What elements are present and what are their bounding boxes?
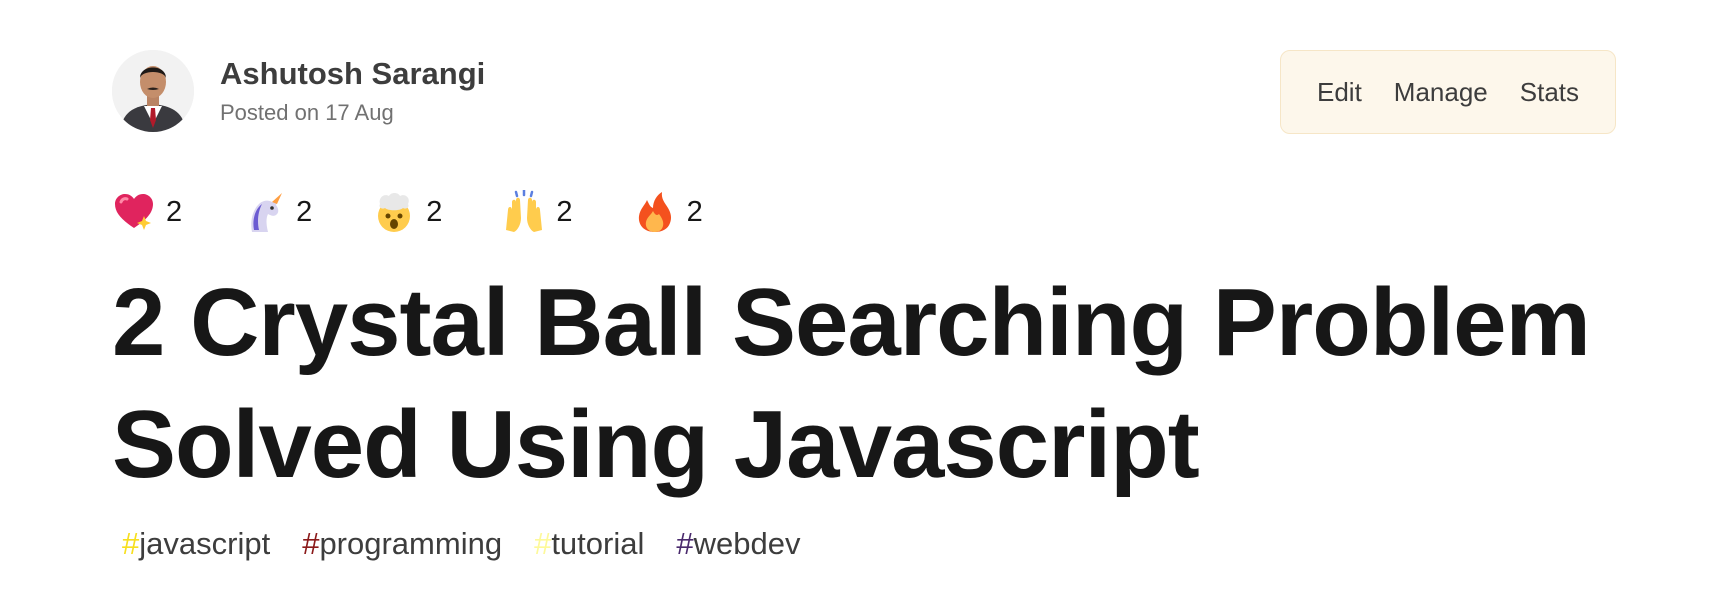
author-block: Ashutosh Sarangi Posted on 17 Aug xyxy=(112,50,485,132)
edit-button[interactable]: Edit xyxy=(1305,69,1374,116)
reaction-unicorn[interactable]: 2 xyxy=(242,190,312,234)
author-actions: Edit Manage Stats xyxy=(1280,50,1616,134)
reaction-count: 2 xyxy=(166,196,183,228)
reaction-count: 2 xyxy=(686,196,703,228)
reaction-raised-hands[interactable]: 2 xyxy=(502,190,573,234)
tag-hash: # xyxy=(122,526,140,561)
reaction-count: 2 xyxy=(426,196,443,228)
raised-hands-icon xyxy=(506,190,543,232)
reaction-count: 2 xyxy=(556,196,573,228)
tag-label: webdev xyxy=(693,526,801,561)
article-header: Ashutosh Sarangi Posted on 17 Aug Edit M… xyxy=(0,0,1736,596)
tag-label: javascript xyxy=(139,526,271,561)
exploding-head-icon xyxy=(378,193,411,232)
tag-hash: # xyxy=(302,526,320,561)
tag-programming[interactable]: #programming xyxy=(302,522,502,566)
reaction-fire[interactable]: 2 xyxy=(633,190,703,234)
reaction-count: 2 xyxy=(296,196,313,228)
author-name[interactable]: Ashutosh Sarangi xyxy=(220,55,485,93)
reaction-sparkle-heart[interactable]: 2 xyxy=(112,190,182,234)
manage-button[interactable]: Manage xyxy=(1382,69,1500,116)
sparkle-heart-icon xyxy=(115,194,153,230)
tag-hash: # xyxy=(676,526,694,561)
tag-label: programming xyxy=(319,526,503,561)
reaction-exploding-head[interactable]: 2 xyxy=(372,190,442,234)
reactions-bar: 2 2 2 2 2 xyxy=(112,190,763,234)
tag-webdev[interactable]: #webdev xyxy=(676,522,800,566)
tag-list: #javascript #programming #tutorial #webd… xyxy=(122,522,832,566)
stats-button[interactable]: Stats xyxy=(1508,69,1591,116)
posted-date: Posted on 17 Aug xyxy=(220,100,394,125)
tag-label: tutorial xyxy=(551,526,645,561)
tag-hash: # xyxy=(534,526,552,561)
tag-javascript[interactable]: #javascript xyxy=(122,522,270,566)
unicorn-icon xyxy=(251,193,283,232)
avatar[interactable] xyxy=(112,50,194,132)
author-meta: Ashutosh Sarangi Posted on 17 Aug xyxy=(220,55,485,127)
tag-tutorial[interactable]: #tutorial xyxy=(534,522,644,566)
fire-icon xyxy=(638,192,671,232)
article-title: 2 Crystal Ball Searching Problem Solved … xyxy=(112,269,1591,498)
